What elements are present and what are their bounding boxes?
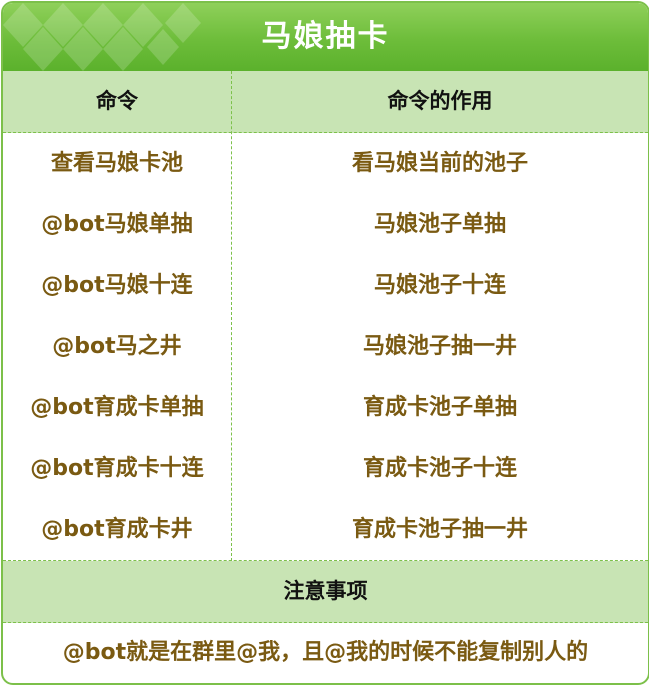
table-row: @bot马娘单抽 马娘池子单抽 [3,194,648,256]
table-row: @bot育成卡单抽 育成卡池子单抽 [3,377,648,439]
column-header-command: 命令 [96,89,138,113]
command-cell: @bot马娘单抽 [41,212,193,237]
effect-cell: 看马娘当前的池子 [351,151,528,176]
column-divider [231,71,232,561]
table-header-row: 命令 命令的作用 [3,71,648,133]
command-cell: @bot育成卡井 [41,517,193,542]
table-row: @bot马娘十连 马娘池子十连 [3,255,648,317]
command-cell: @bot育成卡单抽 [30,395,204,420]
effect-cell: 马娘池子单抽 [373,212,506,237]
table-row: @bot育成卡井 育成卡池子抽一井 [3,499,648,561]
command-cell: @bot马之井 [52,334,182,359]
table-row: 查看马娘卡池 看马娘当前的池子 [3,133,648,195]
gacha-help-card: 马娘抽卡 命令 命令的作用 查看马娘卡池 看马娘当前的池子 @bot马娘单抽 马… [1,1,649,685]
effect-cell: 育成卡池子单抽 [362,395,517,420]
effect-cell: 育成卡池子十连 [362,456,517,481]
command-cell: @bot育成卡十连 [30,456,204,481]
column-header-effect: 命令的作用 [387,89,493,113]
command-cell: 查看马娘卡池 [50,151,183,176]
table-row: @bot育成卡十连 育成卡池子十连 [3,438,648,500]
command-cell: @bot马娘十连 [41,273,193,298]
title-banner: 马娘抽卡 [3,3,648,71]
page-title: 马娘抽卡 [261,19,390,54]
notes-heading: 注意事项 [3,561,648,623]
table-row: @bot马之井 马娘池子抽一井 [3,316,648,378]
effect-cell: 马娘池子抽一井 [362,334,517,359]
effect-cell: 育成卡池子抽一井 [351,517,528,542]
notes-text: @bot就是在群里@我，且@我的时候不能复制别人的 [62,640,589,665]
effect-cell: 马娘池子十连 [373,273,506,298]
